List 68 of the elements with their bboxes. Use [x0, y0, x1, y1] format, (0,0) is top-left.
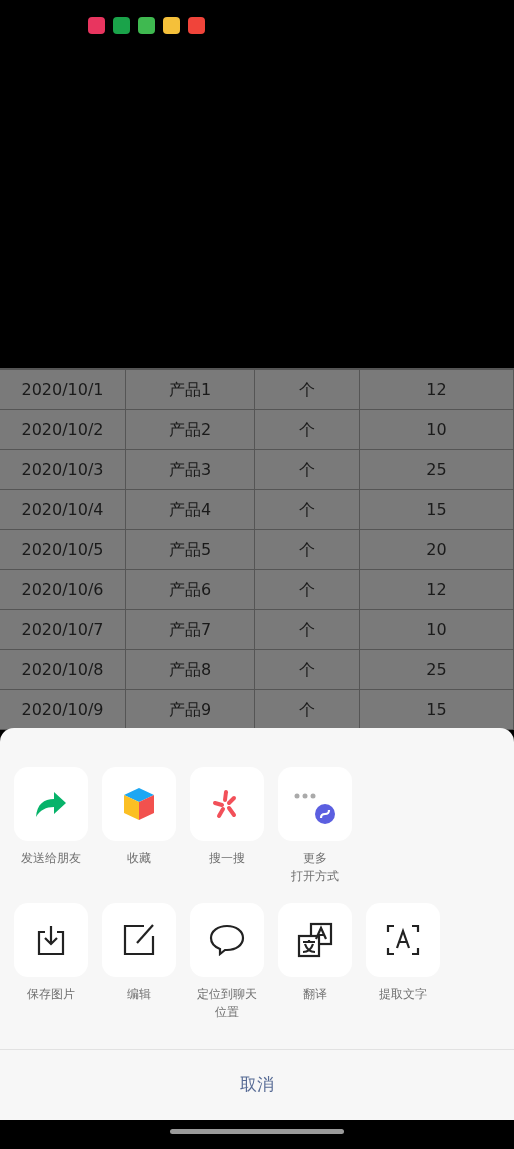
speech-bubble-icon — [209, 924, 245, 956]
table-cell-text: 2020/10/1 — [21, 378, 104, 401]
text-scan-icon — [386, 924, 420, 956]
share-action-tile[interactable] — [190, 767, 264, 841]
table-cell-text: 个 — [299, 498, 315, 521]
cube-icon — [122, 786, 156, 822]
table-cell-text: 产品9 — [168, 698, 212, 721]
app-icon — [188, 17, 205, 34]
table-cell-text: 个 — [299, 698, 315, 721]
app-icon — [113, 17, 130, 34]
share-arrow-icon — [34, 789, 68, 819]
table-cell-text: 2020/10/2 — [21, 418, 104, 441]
action-label: 保存图片 — [27, 986, 75, 1003]
action-label: 打开方式 — [291, 868, 339, 885]
edit-icon — [122, 923, 156, 957]
table-cell-text: 10 — [426, 418, 447, 441]
table-cell-text: 个 — [299, 418, 315, 441]
table-cell-text: 产品1 — [168, 378, 212, 401]
share-action-tile[interactable] — [102, 767, 176, 841]
app-icon — [88, 17, 105, 34]
download-icon — [36, 924, 66, 956]
table-cell-text: 产品2 — [168, 418, 212, 441]
table-cell-text: 2020/10/4 — [21, 498, 104, 521]
share-action-tile[interactable] — [14, 903, 88, 977]
action-label: 收藏 — [127, 850, 151, 867]
table-cell-text: 产品8 — [168, 658, 212, 681]
table-cell-text: 2020/10/3 — [21, 458, 104, 481]
table-cell-text: 25 — [426, 658, 447, 681]
action-label: 提取文字 — [379, 986, 427, 1003]
table-cell-text: 个 — [299, 618, 315, 641]
table-cell-text: 个 — [299, 658, 315, 681]
table-cell-text: 个 — [299, 378, 315, 401]
table-cell-text: 产品6 — [168, 578, 212, 601]
share-action-tile[interactable] — [366, 903, 440, 977]
table-cell-text: 15 — [426, 698, 447, 721]
cancel-button[interactable]: 取消 — [224, 1068, 290, 1102]
table-cell-text: 2020/10/7 — [21, 618, 104, 641]
table-cell-text: 2020/10/6 — [21, 578, 104, 601]
table-cell-text: 20 — [426, 538, 447, 561]
table-cell-text: 25 — [426, 458, 447, 481]
table-cell-text: 12 — [426, 578, 447, 601]
table-cell-text: 产品4 — [168, 498, 212, 521]
table-cell-text: 个 — [299, 578, 315, 601]
table-cell-text: 产品3 — [168, 458, 212, 481]
table-cell-text: 10 — [426, 618, 447, 641]
table-cell-text: 产品7 — [168, 618, 212, 641]
share-action-tile[interactable] — [14, 767, 88, 841]
share-action-tile[interactable] — [190, 903, 264, 977]
table-cell-text: 个 — [299, 538, 315, 561]
table-cell-text: 2020/10/5 — [21, 538, 104, 561]
action-label: 发送给朋友 — [21, 850, 81, 867]
share-action-tile[interactable] — [278, 767, 352, 841]
table-cell-text: 15 — [426, 498, 447, 521]
table-cell-text: 12 — [426, 378, 447, 401]
table-cell-text: 个 — [299, 458, 315, 481]
action-label: 更多 — [303, 850, 327, 867]
action-label: 翻译 — [303, 986, 327, 1003]
share-action-tile[interactable] — [278, 903, 352, 977]
action-label: 搜一搜 — [209, 850, 245, 867]
app-icon — [163, 17, 180, 34]
action-label: 编辑 — [127, 986, 151, 1003]
table-cell-text: 产品5 — [168, 538, 212, 561]
translate-icon — [297, 922, 333, 958]
table-cell-text: 2020/10/8 — [21, 658, 104, 681]
share-action-tile[interactable] — [102, 903, 176, 977]
app-icon — [138, 17, 155, 34]
action-label: 定位到聊天位置 — [196, 986, 258, 1021]
table-cell-text: 2020/10/9 — [21, 698, 104, 721]
